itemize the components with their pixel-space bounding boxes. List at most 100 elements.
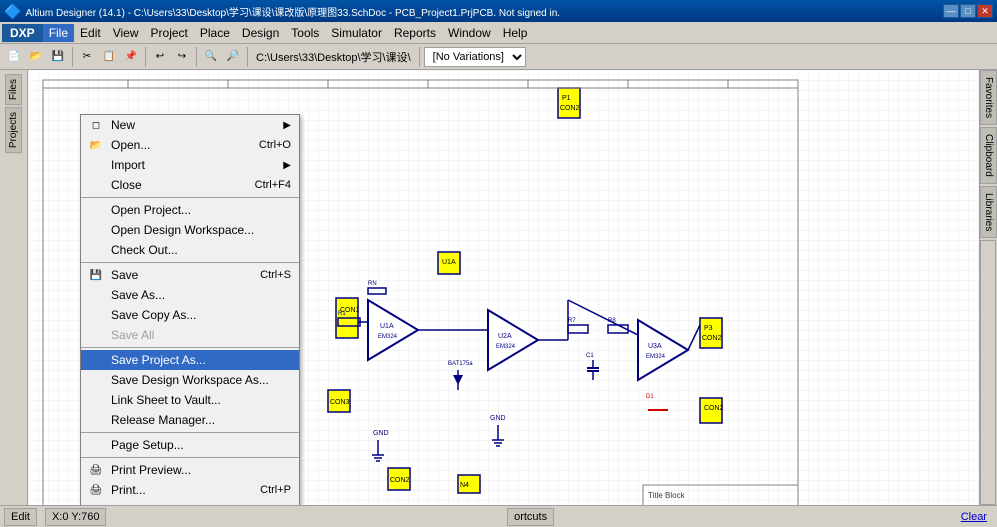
tb-open[interactable]: 📂 (26, 47, 46, 67)
svg-text:U1A: U1A (380, 323, 394, 330)
menu-page-setup[interactable]: Page Setup... (81, 435, 299, 455)
right-tab-clipboard[interactable]: Clipboard (980, 127, 997, 184)
tb-copy[interactable]: 📋 (99, 47, 119, 67)
menu-close[interactable]: Close Ctrl+F4 (81, 175, 299, 195)
print-label: Print... (111, 483, 146, 497)
tb-undo[interactable]: ↩ (150, 47, 170, 67)
menu-save-copy-as[interactable]: Save Copy As... (81, 305, 299, 325)
menu-new[interactable]: ◻ New ▶ (81, 115, 299, 135)
vertical-scrollbar[interactable] (980, 240, 996, 505)
open-label: Open... (111, 138, 150, 152)
menu-open-workspace[interactable]: Open Design Workspace... (81, 220, 299, 240)
path-label: C:\Users\33\Desktop\学习\课设\ (252, 49, 415, 65)
status-edit-panel: Edit (4, 508, 37, 526)
close-button[interactable]: ✕ (977, 4, 993, 18)
menu-import[interactable]: Import ▶ (81, 155, 299, 175)
tb-save[interactable]: 💾 (48, 47, 68, 67)
svg-text:EM324: EM324 (496, 344, 516, 350)
title-text: Altium Designer (14.1) - C:\Users\33\Des… (25, 4, 943, 19)
link-sheet-label: Link Sheet to Vault... (111, 393, 221, 407)
tb-zoom-in[interactable]: 🔍 (201, 47, 221, 67)
separator-3 (196, 47, 197, 67)
sidebar-tab-files[interactable]: Files (5, 74, 22, 105)
separator-release (81, 432, 299, 433)
menu-save[interactable]: 💾 Save Ctrl+S (81, 265, 299, 285)
separator-close (81, 197, 299, 198)
save-icon: 💾 (87, 270, 105, 281)
variation-dropdown[interactable]: [No Variations] (424, 47, 526, 67)
print-preview-label: Print Preview... (111, 463, 191, 477)
menu-tools[interactable]: Tools (285, 24, 325, 42)
menu-design[interactable]: Design (236, 24, 285, 42)
separator-4 (247, 47, 248, 67)
svg-text:U3A: U3A (648, 343, 662, 350)
main-area: Files Projects Title Block P1 CON2 (0, 70, 997, 505)
menu-open[interactable]: 📂 Open... Ctrl+O (81, 135, 299, 155)
separator-5 (419, 47, 420, 67)
menu-project[interactable]: Project (145, 24, 194, 42)
menu-file[interactable]: File (43, 24, 74, 42)
svg-text:CON2: CON2 (702, 335, 722, 342)
menu-help[interactable]: Help (497, 24, 534, 42)
status-bar: Edit X:0 Y:760 ortcuts Clear (0, 505, 997, 527)
default-prints-label: Default Prints... (111, 503, 193, 505)
svg-text:CON2: CON2 (704, 405, 724, 412)
svg-text:C1: C1 (586, 353, 594, 359)
status-coords: X:0 Y:760 (45, 508, 107, 526)
print-preview-icon: 🖨 (87, 465, 105, 476)
menu-save-workspace-as[interactable]: Save Design Workspace As... (81, 370, 299, 390)
menu-simulator[interactable]: Simulator (325, 24, 388, 42)
minimize-button[interactable]: — (943, 4, 959, 18)
tb-redo[interactable]: ↪ (172, 47, 192, 67)
svg-text:CON3: CON3 (330, 399, 350, 406)
right-tab-libraries[interactable]: Libraries (980, 186, 997, 238)
menu-reports[interactable]: Reports (388, 24, 442, 42)
new-arrow: ▶ (283, 120, 291, 131)
separator-checkout (81, 262, 299, 263)
svg-text:N4: N4 (460, 482, 469, 489)
menu-link-sheet[interactable]: Link Sheet to Vault... (81, 390, 299, 410)
sidebar-tab-projects[interactable]: Projects (5, 107, 22, 153)
menu-edit[interactable]: Edit (74, 24, 107, 42)
file-dropdown-menu: ◻ New ▶ 📂 Open... Ctrl+O Import ▶ Close … (80, 114, 300, 505)
svg-text:EM324: EM324 (378, 334, 398, 340)
maximize-button[interactable]: □ (960, 4, 976, 18)
status-ortcuts: ortcuts (507, 508, 554, 526)
tb-cut[interactable]: ✂ (77, 47, 97, 67)
close-label: Close (111, 178, 142, 192)
svg-text:GND: GND (373, 430, 389, 437)
menu-check-out[interactable]: Check Out... (81, 240, 299, 260)
print-icon: 🖨 (87, 485, 105, 496)
svg-text:R7: R7 (568, 318, 576, 324)
svg-text:U1A: U1A (442, 259, 456, 266)
menu-release-manager[interactable]: Release Manager... (81, 410, 299, 430)
menu-place[interactable]: Place (194, 24, 236, 42)
svg-text:CON2: CON2 (560, 105, 580, 112)
menu-open-project[interactable]: Open Project... (81, 200, 299, 220)
left-sidebar: Files Projects (0, 70, 28, 505)
menu-window[interactable]: Window (442, 24, 497, 42)
window-controls: — □ ✕ (943, 4, 993, 18)
menu-default-prints[interactable]: Default Prints... (81, 500, 299, 505)
separator-saveall (81, 347, 299, 348)
menu-save-project-as[interactable]: Save Project As... (81, 350, 299, 370)
menu-print[interactable]: 🖨 Print... Ctrl+P (81, 480, 299, 500)
menu-save-as[interactable]: Save As... (81, 285, 299, 305)
tb-new[interactable]: 📄 (4, 47, 24, 67)
tb-zoom-out[interactable]: 🔎 (223, 47, 243, 67)
new-icon: ◻ (87, 120, 105, 131)
right-tab-favorites[interactable]: Favorites (980, 70, 997, 125)
svg-text:R8: R8 (608, 318, 616, 324)
svg-text:R1: R1 (338, 311, 346, 317)
svg-text:P1: P1 (562, 95, 571, 102)
save-copy-as-label: Save Copy As... (111, 308, 196, 322)
menu-dxp[interactable]: DXP (2, 24, 43, 42)
status-clear-button[interactable]: Clear (955, 510, 993, 524)
menu-view[interactable]: View (107, 24, 145, 42)
new-label: New (111, 118, 135, 132)
canvas-area: Title Block P1 CON2 CON1 U1A EM324 R1 RN… (28, 70, 979, 505)
tb-paste[interactable]: 📌 (121, 47, 141, 67)
menu-print-preview[interactable]: 🖨 Print Preview... (81, 460, 299, 480)
import-label: Import (111, 158, 145, 172)
svg-text:Title Block: Title Block (648, 491, 686, 500)
